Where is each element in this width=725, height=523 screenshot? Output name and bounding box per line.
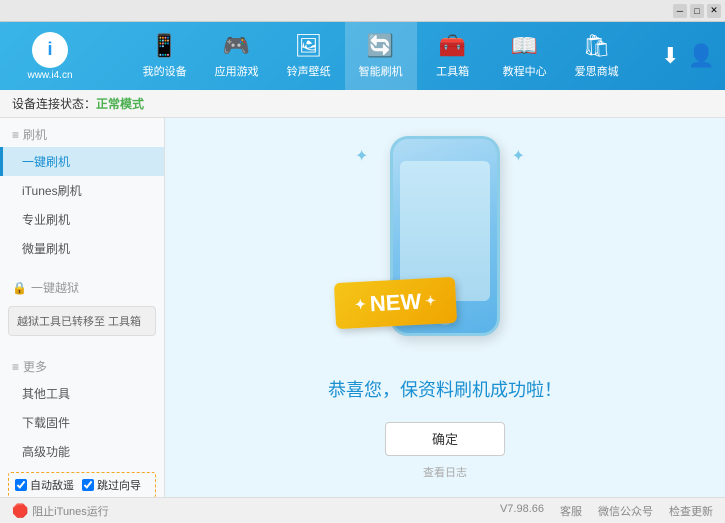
tutorials-icon: 📖 bbox=[511, 33, 538, 59]
checkbox-row: 自动敌遥 跳过向导 bbox=[8, 472, 156, 497]
badge-star-right: ✦ bbox=[425, 292, 437, 309]
skip-wizard-input[interactable] bbox=[82, 479, 94, 491]
stop-itunes-link[interactable]: 阻止iTunes运行 bbox=[32, 503, 109, 519]
status-bar: 设备连接状态： 正常模式 bbox=[0, 90, 725, 118]
sidebar-item-itunes-flash[interactable]: iTunes刷机 bbox=[0, 176, 164, 205]
toolbox-icon: 🧰 bbox=[439, 33, 466, 59]
top-navigation: i www.i4.cn 📱 我的设备 🎮 应用游戏 🖼 铃声壁纸 🔄 智能刷机 … bbox=[0, 22, 725, 90]
jailbreak-notice: 越狱工具已转移至 工具箱 bbox=[8, 306, 156, 336]
nav-wallpaper[interactable]: 🖼 铃声壁纸 bbox=[273, 22, 345, 90]
wechat-link[interactable]: 微信公众号 bbox=[598, 503, 653, 519]
sidebar-section-more: ≡ 更多 bbox=[0, 350, 164, 379]
nav-items: 📱 我的设备 🎮 应用游戏 🖼 铃声壁纸 🔄 智能刷机 🧰 工具箱 📖 教程中心… bbox=[100, 22, 661, 90]
sidebar-item-pro-flash[interactable]: 专业刷机 bbox=[0, 205, 164, 234]
sparkle-icon-2: ✦ bbox=[512, 146, 525, 166]
sparkle-icon-1: ✦ bbox=[355, 146, 368, 166]
nav-smart-flash[interactable]: 🔄 智能刷机 bbox=[345, 22, 417, 90]
nav-toolbox-label: 工具箱 bbox=[436, 63, 469, 79]
close-button[interactable]: ✕ bbox=[707, 4, 721, 18]
logo[interactable]: i www.i4.cn bbox=[10, 32, 90, 81]
nav-tutorials[interactable]: 📖 教程中心 bbox=[489, 22, 561, 90]
logo-icon: i bbox=[32, 32, 68, 68]
title-bar: ─ □ ✕ bbox=[0, 0, 725, 22]
nav-wallpaper-label: 铃声壁纸 bbox=[287, 63, 331, 79]
minimize-button[interactable]: ─ bbox=[673, 4, 687, 18]
phone-illustration: ✦ ✦ ✦ ✦ NEW ✦ bbox=[345, 136, 545, 356]
skip-wizard-checkbox[interactable]: 跳过向导 bbox=[82, 477, 141, 493]
badge-star-left: ✦ bbox=[355, 296, 367, 313]
main-content: ≡ 刷机 一键刷机 iTunes刷机 专业刷机 微量刷机 🔒 一键越狱 越狱工具… bbox=[0, 118, 725, 497]
nav-toolbox[interactable]: 🧰 工具箱 bbox=[417, 22, 489, 90]
goto-today-link[interactable]: 查看日志 bbox=[423, 464, 467, 480]
auto-flash-input[interactable] bbox=[15, 479, 27, 491]
check-update-link[interactable]: 检查更新 bbox=[669, 503, 713, 519]
success-message: 恭喜您，保资料刷机成功啦！ bbox=[328, 376, 562, 402]
download-button[interactable]: ⬇ bbox=[661, 43, 679, 69]
nav-my-device-label: 我的设备 bbox=[143, 63, 187, 79]
footer: 🛑 阻止iTunes运行 V7.98.66 客服 微信公众号 检查更新 bbox=[0, 497, 725, 523]
store-icon: 🛍 bbox=[583, 33, 611, 59]
sidebar-item-micro-flash[interactable]: 微量刷机 bbox=[0, 234, 164, 263]
new-badge-text: NEW bbox=[369, 288, 422, 317]
nav-store[interactable]: 🛍 爱思商城 bbox=[561, 22, 633, 90]
footer-right: V7.98.66 客服 微信公众号 检查更新 bbox=[500, 503, 713, 519]
sidebar-section-jailbreak: 🔒 一键越狱 bbox=[0, 271, 164, 300]
nav-apps-label: 应用游戏 bbox=[215, 63, 259, 79]
status-prefix: 设备连接状态： bbox=[12, 95, 96, 112]
auto-flash-checkbox[interactable]: 自动敌遥 bbox=[15, 477, 74, 493]
version-text: V7.98.66 bbox=[500, 503, 544, 519]
nav-apps[interactable]: 🎮 应用游戏 bbox=[201, 22, 273, 90]
smart-flash-icon: 🔄 bbox=[367, 33, 394, 59]
wallpaper-icon: 🖼 bbox=[295, 33, 323, 59]
maximize-button[interactable]: □ bbox=[690, 4, 704, 18]
sidebar-item-advanced[interactable]: 高级功能 bbox=[0, 437, 164, 466]
status-value: 正常模式 bbox=[96, 95, 144, 112]
my-device-icon: 📱 bbox=[151, 33, 178, 59]
sidebar-item-one-key-flash[interactable]: 一键刷机 bbox=[0, 147, 164, 176]
sidebar-item-other-tools[interactable]: 其他工具 bbox=[0, 379, 164, 408]
sidebar: ≡ 刷机 一键刷机 iTunes刷机 专业刷机 微量刷机 🔒 一键越狱 越狱工具… bbox=[0, 118, 165, 497]
content-area: ✦ ✦ ✦ ✦ NEW ✦ 恭喜您，保资料刷机成功啦！ 确定 查看日志 bbox=[165, 118, 725, 497]
nav-smart-flash-label: 智能刷机 bbox=[359, 63, 403, 79]
nav-right-actions: ⬇ 👤 bbox=[661, 43, 715, 69]
footer-left: 🛑 阻止iTunes运行 bbox=[12, 503, 109, 519]
sidebar-section-flash: ≡ 刷机 bbox=[0, 118, 164, 147]
apps-icon: 🎮 bbox=[223, 33, 250, 59]
nav-tutorials-label: 教程中心 bbox=[503, 63, 547, 79]
confirm-button[interactable]: 确定 bbox=[385, 422, 505, 456]
nav-store-label: 爱思商城 bbox=[575, 63, 619, 79]
user-button[interactable]: 👤 bbox=[688, 43, 715, 69]
logo-subtext: www.i4.cn bbox=[27, 70, 72, 81]
sidebar-item-download-firmware[interactable]: 下载固件 bbox=[0, 408, 164, 437]
new-badge: ✦ NEW ✦ bbox=[334, 276, 457, 328]
nav-my-device[interactable]: 📱 我的设备 bbox=[129, 22, 201, 90]
support-link[interactable]: 客服 bbox=[560, 503, 582, 519]
